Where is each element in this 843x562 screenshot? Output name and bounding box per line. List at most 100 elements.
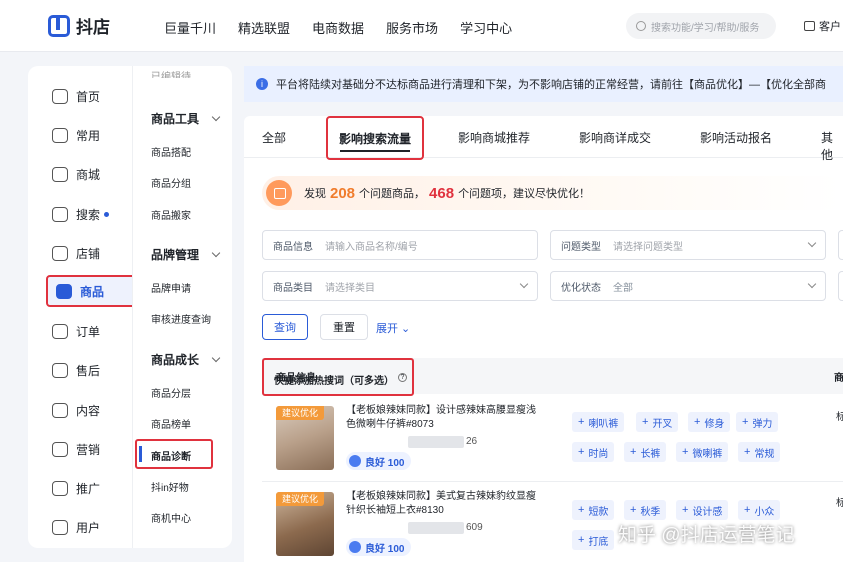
- keyword-chip[interactable]: + 时尚: [572, 442, 615, 462]
- chevron-down-icon: [211, 248, 221, 257]
- row-cut-text: 标: [836, 412, 843, 423]
- keyword-label: 微喇裤: [692, 448, 723, 460]
- issue-summary-banner: 发现 208 个问题商品， 468 个问题项，建议尽快优化！: [262, 176, 842, 210]
- product-info-input[interactable]: 商品信息 请输入商品名称/编号: [262, 230, 538, 260]
- sidebar-item-shop[interactable]: 店铺: [52, 241, 100, 265]
- keyword-chip[interactable]: + 修身: [688, 412, 731, 432]
- query-button[interactable]: 查询: [262, 314, 308, 340]
- extra-field-cut[interactable]: [838, 271, 843, 301]
- subnav-group-title: 品牌管理: [151, 248, 200, 262]
- subnav-item-ranking[interactable]: 商品榜单: [151, 416, 191, 431]
- field-label: 优化状态: [561, 282, 601, 294]
- tab-all[interactable]: 全部: [262, 129, 286, 146]
- subnav-item-move[interactable]: 商品搬家: [151, 207, 191, 222]
- keyword-label: 常规: [754, 448, 775, 460]
- col-product-info: 商品信息: [276, 373, 316, 384]
- smile-icon: [349, 541, 361, 553]
- keyword-label: 短款: [588, 506, 609, 518]
- category-select[interactable]: 商品类目 请选择类目: [262, 271, 538, 301]
- product-id: 26: [466, 436, 478, 447]
- status-select[interactable]: 优化状态 全部: [550, 271, 826, 301]
- score-label: 良好 100: [365, 457, 405, 469]
- product-image[interactable]: 建议优化: [276, 492, 334, 556]
- reset-button[interactable]: 重置: [320, 314, 368, 340]
- sidebar-item-label: 营销: [76, 442, 101, 457]
- tab-mall-recommend[interactable]: 影响商城推荐: [458, 129, 530, 146]
- topnav-item-qianchuan[interactable]: 巨量千川: [164, 18, 216, 37]
- subnav-item-douin[interactable]: 抖in好物: [151, 479, 189, 494]
- keyword-chip[interactable]: + 短款: [572, 500, 615, 520]
- sidebar-item-home[interactable]: 首页: [52, 84, 100, 108]
- product-id-mask: [408, 522, 464, 534]
- subnav-item-bundle[interactable]: 商品搭配: [151, 144, 191, 159]
- sidebar-item-order[interactable]: 订单: [52, 319, 100, 343]
- expand-link[interactable]: 展开 ⌄: [376, 320, 410, 336]
- subnav-item-review-progress[interactable]: 审核进度查询: [151, 311, 211, 326]
- subnav-group-growth[interactable]: 商品成长: [151, 351, 221, 368]
- subnav-group-tools[interactable]: 商品工具: [151, 110, 221, 127]
- issue-type-select[interactable]: 问题类型 请选择问题类型: [550, 230, 826, 260]
- subnav-group-brand[interactable]: 品牌管理: [151, 246, 221, 263]
- keyword-chip[interactable]: + 长裤: [624, 442, 667, 462]
- subnav-item-diagnosis[interactable]: 商品诊断: [135, 439, 213, 469]
- keyword-chip[interactable]: + 设计感: [676, 500, 729, 520]
- sidebar-item-promote[interactable]: 推广: [52, 476, 100, 500]
- keyword-chip[interactable]: + 小众: [738, 500, 781, 520]
- top-nav: 巨量千川 精选联盟 电商数据 服务市场 学习中心: [164, 18, 534, 37]
- sidebar-item-label: 店铺: [76, 246, 101, 261]
- sidebar-item-content[interactable]: 内容: [52, 398, 100, 422]
- tab-detail-conversion[interactable]: 影响商详成交: [579, 129, 651, 146]
- notice-bar: i 平台将陆续对基础分不达标商品进行清理和下架，为不影响店铺的正常经营，请前往【…: [244, 66, 843, 102]
- plus-icon: +: [578, 416, 585, 428]
- tab-activity-signup[interactable]: 影响活动报名: [700, 129, 772, 146]
- subnav-item-tiering[interactable]: 商品分层: [151, 385, 191, 400]
- sidebar-item-common[interactable]: 常用: [52, 123, 100, 147]
- sidebar-item-marketing[interactable]: 营销: [52, 437, 100, 461]
- sidebar-item-product[interactable]: 商品: [46, 275, 142, 307]
- sidebar-item-search[interactable]: 搜索: [52, 202, 110, 226]
- product-image[interactable]: 建议优化: [276, 406, 334, 470]
- sidebar-item-aftersale[interactable]: 售后: [52, 358, 100, 382]
- tab-search-traffic[interactable]: 影响搜索流量: [326, 116, 424, 160]
- sidebar-item-label: 售后: [76, 363, 101, 378]
- keyword-chip[interactable]: + 开叉: [636, 412, 679, 432]
- secondary-sidebar: 已编辑待 商品工具 商品搭配 商品分组 商品搬家 品牌管理 品牌申请 审核进度查…: [132, 66, 232, 548]
- keyword-chip[interactable]: + 常规: [738, 442, 781, 462]
- customer-button[interactable]: 客户: [804, 18, 841, 34]
- keyword-chip[interactable]: + 喇叭裤: [572, 412, 625, 432]
- keyword-chip[interactable]: + 打底: [572, 530, 615, 550]
- keyword-chip[interactable]: + 弹力: [736, 412, 779, 432]
- plus-icon: +: [630, 446, 637, 458]
- shop-icon: [52, 245, 68, 261]
- field-label: 问题类型: [561, 241, 601, 253]
- logo[interactable]: 抖店: [48, 13, 110, 38]
- logo-icon: [48, 14, 70, 37]
- subnav-item-group[interactable]: 商品分组: [151, 175, 191, 190]
- sidebar-item-mall[interactable]: 商城: [52, 162, 100, 186]
- suggest-optimize-badge: 建议优化: [276, 406, 324, 420]
- chevron-down-icon: [807, 238, 817, 248]
- topnav-item-market[interactable]: 服务市场: [386, 18, 438, 37]
- topnav-item-alliance[interactable]: 精选联盟: [238, 18, 290, 37]
- subnav-item-brand-apply[interactable]: 品牌申请: [151, 280, 191, 295]
- search-input[interactable]: 搜索功能/学习/帮助/服务: [626, 13, 776, 39]
- sidebar-item-label: 首页: [76, 89, 101, 104]
- keyword-label: 时尚: [588, 448, 609, 460]
- expand-label: 展开: [376, 323, 398, 335]
- chevron-down-icon: ⌄: [398, 323, 411, 335]
- topnav-item-data[interactable]: 电商数据: [312, 18, 364, 37]
- product-title[interactable]: 【老板娘辣妹同款】设计感辣妹高腰显瘦浅色微喇牛仔裤#8073: [346, 404, 536, 432]
- topnav-item-learning[interactable]: 学习中心: [460, 18, 512, 37]
- extra-field-cut[interactable]: [838, 230, 843, 260]
- shop-bag-icon: [266, 180, 292, 206]
- keyword-chip[interactable]: + 微喇裤: [676, 442, 729, 462]
- keyword-label: 设计感: [692, 506, 723, 518]
- subnav-item-opportunity[interactable]: 商机中心: [151, 510, 191, 525]
- help-icon[interactable]: ?: [398, 373, 407, 382]
- tab-other[interactable]: 其他: [821, 129, 843, 163]
- keyword-chip[interactable]: + 秋季: [624, 500, 667, 520]
- suggest-optimize-badge: 建议优化: [276, 492, 324, 506]
- sidebar-item-user[interactable]: 用户: [52, 515, 100, 539]
- subnav-item-cut[interactable]: 已编辑待: [151, 68, 191, 78]
- product-title[interactable]: 【老板娘辣妹同款】美式复古辣妹豹纹显瘦针织长袖短上衣#8130: [346, 490, 536, 518]
